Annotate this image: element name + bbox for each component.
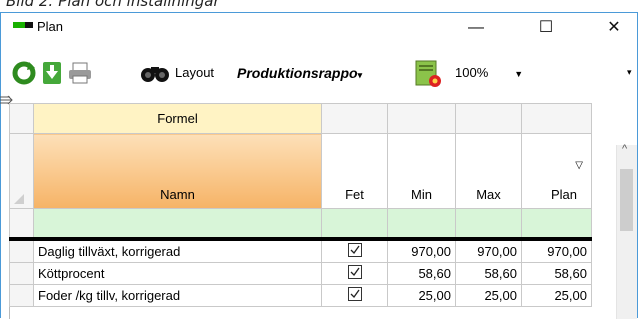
filter-cell-fet[interactable] [321,208,388,240]
maximize-button[interactable]: ☐ [523,13,569,43]
plan-table: Formel Namn Fet Min Max ▽ Plan Daglig ti… [9,103,592,307]
checkbox-checked-icon [347,265,362,279]
filter-row-indicator [9,208,34,240]
toolbar-overflow-icon[interactable]: ▾ [627,67,632,78]
corner-triangle-icon [14,194,24,204]
toolbar: Layout Produktionsrappo▾ 100% ▼ ▾ [1,57,637,91]
app-icon [13,22,33,28]
column-header-max[interactable]: Max [455,133,522,209]
row-indicator[interactable] [9,237,34,263]
column-header-plan[interactable]: ▽ Plan [521,133,592,209]
cell-min[interactable]: 970,00 [387,237,456,263]
layout-select[interactable]: Produktionsrappo▾ [237,65,362,81]
figure-caption: Bild 2: Plan och inställningar [6,0,220,10]
binoculars-icon[interactable] [139,62,171,92]
refresh-icon[interactable] [11,60,37,90]
checkbox-checked-icon [347,243,362,257]
filter-cell-plan[interactable] [521,208,592,240]
chevron-down-icon: ▾ [357,70,363,80]
minimize-button[interactable]: — [453,13,499,43]
filter-cell-min[interactable] [387,208,456,240]
print-icon[interactable] [67,61,93,91]
scroll-up-icon[interactable]: ^ [622,143,627,155]
cell-max[interactable]: 25,00 [455,284,522,307]
cell-namn[interactable]: Daglig tillväxt, korrigerad [33,237,322,263]
group-header-blank [321,103,388,134]
cell-min[interactable]: 25,00 [387,284,456,307]
table-row[interactable]: Foder /kg tillv, korrigerad 25,00 25,00 … [9,284,592,307]
group-header-row: Formel [9,103,592,134]
table-row[interactable]: Daglig tillväxt, korrigerad 970,00 970,0… [9,237,592,263]
checkbox-checked-icon [347,287,362,301]
row-indicator[interactable] [9,262,34,285]
layout-label: Layout [175,65,215,80]
close-button[interactable]: ✕ [591,13,637,43]
cell-plan[interactable]: 58,60 [521,262,592,285]
filter-cell-namn[interactable] [33,208,322,240]
plan-window: Plan — ☐ ✕ Layout Produktionsrappo▾ 100%… [0,12,638,319]
cell-plan[interactable]: 970,00 [521,237,592,263]
filter-cell-max[interactable] [455,208,522,240]
group-header-formel[interactable]: Formel [33,103,322,134]
table-row[interactable]: Köttprocent 58,60 58,60 58,60 [9,262,592,285]
row-indicator[interactable] [9,284,34,307]
plan-grid-area: Formel Namn Fet Min Max ▽ Plan Daglig ti… [0,95,637,319]
chevron-down-icon: ▼ [514,69,524,79]
cell-max[interactable]: 58,60 [455,262,522,285]
cell-namn[interactable]: Foder /kg tillv, korrigerad [33,284,322,307]
group-header-blank [455,103,522,134]
column-header-namn[interactable]: Namn [33,133,322,209]
group-header-blank [521,103,592,134]
settings-document-icon[interactable] [413,59,443,89]
title-bar: Plan — ☐ ✕ [1,13,637,43]
column-header-min[interactable]: Min [387,133,456,209]
cell-namn[interactable]: Köttprocent [33,262,322,285]
sort-descending-icon: ▽ [575,160,583,171]
fet-checkbox[interactable] [321,237,388,263]
scrollbar-thumb[interactable] [620,169,633,231]
download-icon[interactable] [41,61,63,91]
corner-cell [9,103,34,134]
zoom-value: 100% [455,65,489,80]
header-corner [9,133,34,209]
window-title: Plan [37,19,64,34]
column-header-plan-label: Plan [550,187,577,202]
layout-select-value: Produktionsrappo [237,65,358,81]
column-header-fet[interactable]: Fet [321,133,388,209]
vertical-scrollbar[interactable]: ^ [616,143,637,319]
zoom-select[interactable]: 100% ▼ [455,65,523,80]
filter-row [9,208,592,240]
cell-max[interactable]: 970,00 [455,237,522,263]
column-header-row: Namn Fet Min Max ▽ Plan [9,133,592,209]
fet-checkbox[interactable] [321,284,388,307]
fet-checkbox[interactable] [321,262,388,285]
cell-plan[interactable]: 25,00 [521,284,592,307]
cell-min[interactable]: 58,60 [387,262,456,285]
group-header-blank [387,103,456,134]
